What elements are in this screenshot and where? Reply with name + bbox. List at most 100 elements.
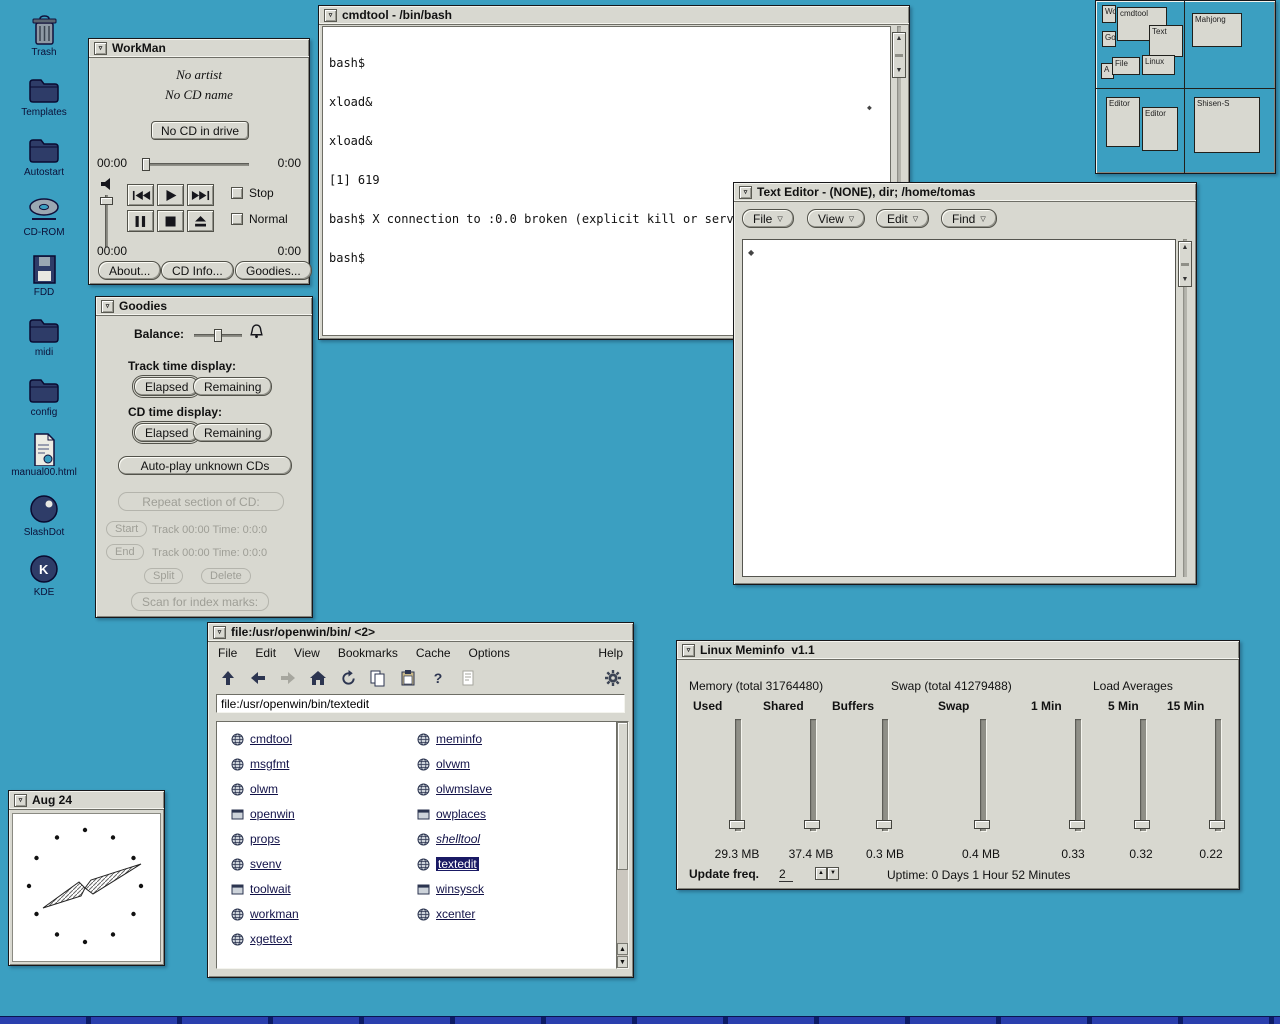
desktop-icon-slashdot[interactable]: SlashDot bbox=[8, 492, 80, 538]
window-menu-button[interactable]: ▿ bbox=[213, 626, 226, 639]
drive-status-button[interactable]: No CD in drive bbox=[151, 121, 249, 140]
autoplay-button[interactable]: Auto-play unknown CDs bbox=[118, 456, 292, 475]
meminfo-titlebar[interactable]: ▿ Linux Meminfo v1.1 bbox=[677, 641, 1239, 660]
scroll-up-arrow[interactable]: ▲ bbox=[896, 35, 903, 43]
file-item[interactable]: props bbox=[231, 832, 299, 846]
menu-file[interactable]: File bbox=[218, 646, 237, 660]
file-name[interactable]: meminfo bbox=[436, 732, 482, 746]
volume-slider-handle[interactable] bbox=[100, 197, 113, 205]
file-item[interactable]: olwmslave bbox=[417, 782, 492, 796]
pager-mini-window[interactable]: Mahjong bbox=[1192, 13, 1242, 47]
view-menu-button[interactable]: View▽ bbox=[807, 209, 865, 228]
file-item[interactable]: toolwait bbox=[231, 882, 299, 896]
eject-button[interactable] bbox=[187, 210, 214, 232]
file-item[interactable]: xgettext bbox=[231, 932, 299, 946]
file-name[interactable]: openwin bbox=[250, 807, 295, 821]
menu-view[interactable]: View bbox=[294, 646, 320, 660]
desktop-icon-cdrom[interactable]: CD-ROM bbox=[8, 192, 80, 238]
clock-titlebar[interactable]: ▿ Aug 24 bbox=[9, 791, 164, 810]
file-item[interactable]: shelltool bbox=[417, 832, 492, 846]
scroll-up-arrow[interactable]: ▲ bbox=[617, 943, 628, 955]
file-name[interactable]: workman bbox=[250, 907, 299, 921]
file-name[interactable]: msgfmt bbox=[250, 757, 289, 771]
file-item[interactable]: svenv bbox=[231, 857, 299, 871]
menu-cache[interactable]: Cache bbox=[416, 646, 451, 660]
list-scrollbar[interactable]: ▲ ▼ bbox=[616, 721, 629, 969]
text-edit-area[interactable]: ◆ bbox=[742, 239, 1176, 577]
file-item[interactable]: cmdtool bbox=[231, 732, 299, 746]
file-name[interactable]: xgettext bbox=[250, 932, 292, 946]
edit-menu-button[interactable]: Edit▽ bbox=[876, 209, 929, 228]
file-name[interactable]: winsysck bbox=[436, 882, 484, 896]
pager-mini-window[interactable]: File bbox=[1112, 57, 1140, 75]
update-freq-spinner[interactable]: ▲▼ bbox=[815, 867, 839, 885]
back-button[interactable] bbox=[248, 668, 268, 688]
scrollbar-thumb[interactable] bbox=[617, 722, 628, 870]
taskbar-edge[interactable] bbox=[0, 1016, 1280, 1024]
filemanager-titlebar[interactable]: ▿ file:/usr/openwin/bin/ <2> bbox=[208, 623, 633, 642]
pager-mini-window[interactable]: Editor bbox=[1106, 97, 1140, 147]
file-item[interactable]: olvwm bbox=[417, 757, 492, 771]
file-name[interactable]: textedit bbox=[436, 857, 479, 871]
goodies-button[interactable]: Goodies... bbox=[235, 261, 312, 280]
file-name[interactable]: cmdtool bbox=[250, 732, 292, 746]
pager-mini-window[interactable]: Linux bbox=[1142, 55, 1175, 75]
paste-button[interactable] bbox=[398, 668, 418, 688]
pager-mini-window[interactable]: Text bbox=[1149, 25, 1183, 57]
previous-track-button[interactable] bbox=[127, 184, 154, 206]
location-input[interactable] bbox=[216, 694, 625, 713]
desktop-icon-trash[interactable]: Trash bbox=[8, 12, 80, 58]
stop-playback-button[interactable] bbox=[157, 210, 184, 232]
reload-button[interactable] bbox=[338, 668, 358, 688]
file-item[interactable]: xcenter bbox=[417, 907, 492, 921]
cd-remaining-button[interactable]: Remaining bbox=[193, 423, 272, 442]
file-menu-button[interactable]: File▽ bbox=[742, 209, 794, 228]
file-item[interactable]: meminfo bbox=[417, 732, 492, 746]
help-button[interactable]: ? bbox=[428, 668, 448, 688]
window-menu-button[interactable]: ▿ bbox=[14, 794, 27, 807]
file-name[interactable]: toolwait bbox=[250, 882, 291, 896]
file-name[interactable]: props bbox=[250, 832, 280, 846]
workman-titlebar[interactable]: ▿ WorkMan bbox=[89, 39, 309, 58]
window-menu-button[interactable]: ▿ bbox=[324, 9, 337, 22]
spin-down-button[interactable]: ▼ bbox=[827, 867, 839, 880]
desktop-icon-midi[interactable]: midi bbox=[8, 312, 80, 358]
find-menu-button[interactable]: Find▽ bbox=[941, 209, 997, 228]
file-name[interactable]: olvwm bbox=[436, 757, 470, 771]
window-menu-button[interactable]: ▿ bbox=[682, 644, 695, 657]
pager-mini-window[interactable]: Go bbox=[1102, 31, 1116, 47]
cmdtool-titlebar[interactable]: ▿ cmdtool - /bin/bash bbox=[319, 6, 909, 25]
file-name[interactable]: olwmslave bbox=[436, 782, 492, 796]
next-track-button[interactable] bbox=[187, 184, 214, 206]
window-menu-button[interactable]: ▿ bbox=[739, 186, 752, 199]
pager-mini-window[interactable]: Wo bbox=[1102, 5, 1116, 23]
file-name[interactable]: shelltool bbox=[436, 832, 480, 846]
scroll-grip[interactable] bbox=[895, 54, 903, 57]
scroll-down-arrow[interactable]: ▼ bbox=[1182, 276, 1189, 284]
virtual-desktop-pager[interactable]: Wo Go A cmdtool Text File Linux Mahjong … bbox=[1095, 0, 1276, 174]
track-remaining-button[interactable]: Remaining bbox=[193, 377, 272, 396]
desktop-icon-templates[interactable]: Templates bbox=[8, 72, 80, 118]
file-item-selected[interactable]: textedit bbox=[417, 857, 492, 871]
file-name[interactable]: xcenter bbox=[436, 907, 475, 921]
pager-mini-window[interactable]: Editor bbox=[1142, 107, 1178, 151]
goodies-titlebar[interactable]: ▿ Goodies bbox=[96, 297, 312, 316]
file-item[interactable]: msgfmt bbox=[231, 757, 299, 771]
spin-up-button[interactable]: ▲ bbox=[815, 867, 827, 880]
window-menu-button[interactable]: ▿ bbox=[94, 42, 107, 55]
pager-mini-window[interactable]: Shisen-S bbox=[1194, 97, 1260, 153]
desktop-icon-fdd[interactable]: FDD bbox=[8, 252, 80, 298]
balance-slider-handle[interactable] bbox=[214, 329, 222, 342]
file-item[interactable]: olwm bbox=[231, 782, 299, 796]
cdinfo-button[interactable]: CD Info... bbox=[161, 261, 234, 280]
scrollbar-elevator[interactable]: ▲▼ bbox=[892, 32, 906, 78]
track-position-slider[interactable] bbox=[145, 163, 249, 166]
play-button[interactable] bbox=[157, 184, 184, 206]
update-freq-value[interactable]: 2 bbox=[779, 867, 793, 882]
scroll-up-arrow[interactable]: ▲ bbox=[1182, 244, 1189, 252]
cd-elapsed-button[interactable]: Elapsed bbox=[134, 423, 199, 442]
scrollbar-elevator[interactable]: ▲▼ bbox=[1178, 241, 1192, 287]
copy-button[interactable] bbox=[368, 668, 388, 688]
scroll-down-arrow[interactable]: ▼ bbox=[896, 67, 903, 75]
desktop-icon-manual[interactable]: manual00.html bbox=[8, 432, 80, 478]
